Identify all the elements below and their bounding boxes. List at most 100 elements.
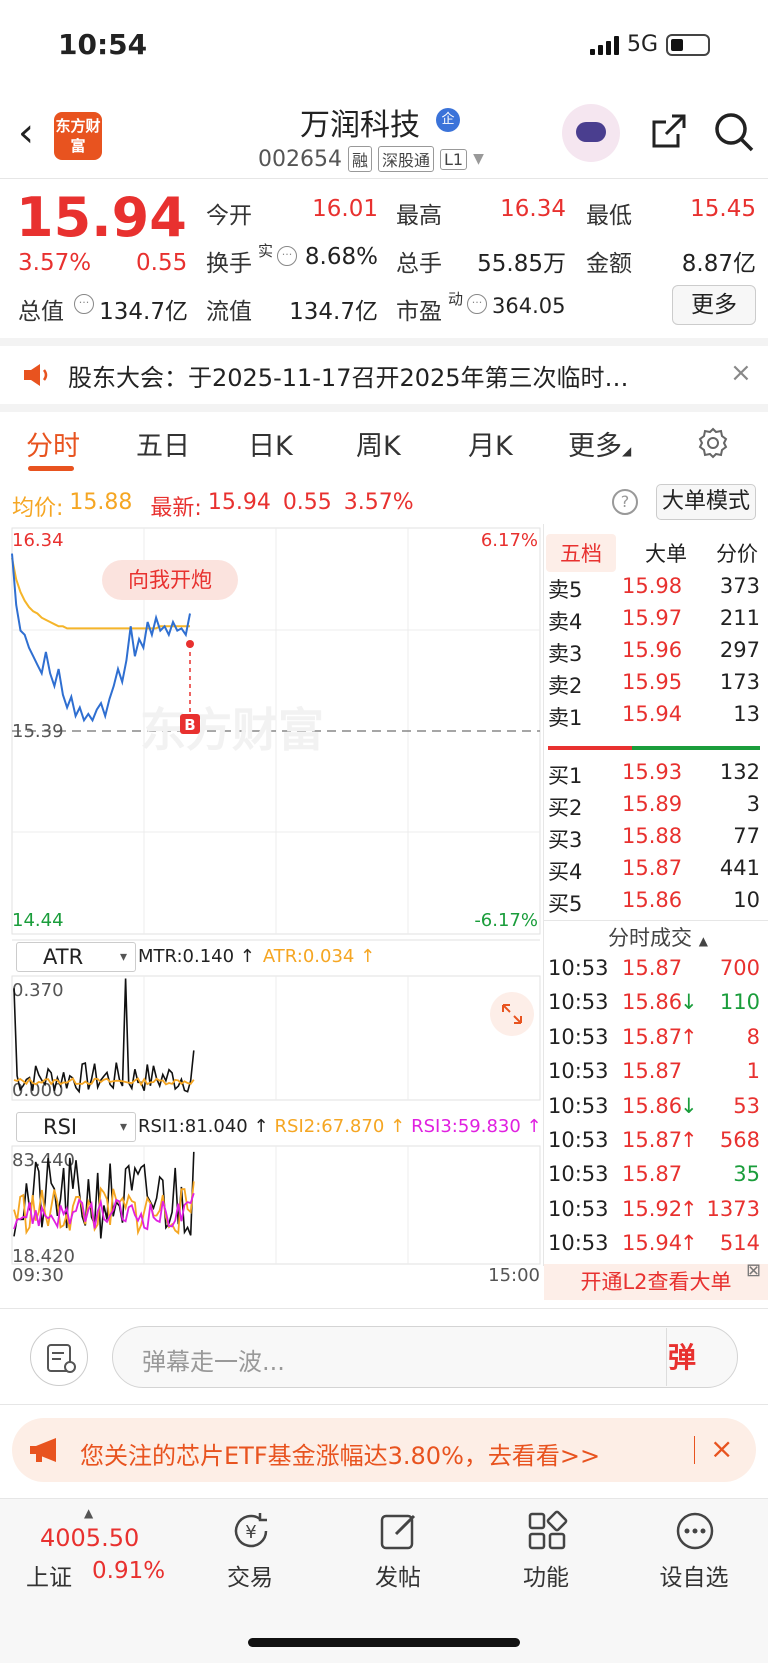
- rsi-select[interactable]: RSI: [16, 1112, 136, 1142]
- promo-close-icon[interactable]: ×: [710, 1432, 733, 1465]
- more-circle-icon[interactable]: [674, 1510, 716, 1552]
- index-value[interactable]: 4005.50: [40, 1524, 139, 1552]
- verified-badge-icon: 企: [436, 108, 460, 132]
- speaker-icon: [24, 364, 48, 386]
- trade-price: 15.94: [622, 1231, 683, 1256]
- tab-monthly-k[interactable]: 月K: [468, 424, 513, 463]
- trade-time: 10:53: [548, 990, 609, 1015]
- avg-label: 均价:: [12, 496, 64, 521]
- help-icon[interactable]: ?: [612, 489, 638, 515]
- atr-value: ATR:0.034 ↑: [262, 946, 376, 967]
- notice-text[interactable]: 股东大会：于2025-11-17召开2025年第三次临时…: [68, 358, 629, 393]
- danmaku-placeholder: 弹幕走一波...: [142, 1348, 285, 1376]
- turnover-value: 8.68%: [304, 244, 378, 270]
- gear-icon[interactable]: [696, 426, 730, 460]
- index-pct[interactable]: 0.91%: [92, 1558, 165, 1584]
- bid-label: 买4: [548, 860, 583, 884]
- change-percent: 3.57%: [18, 250, 92, 276]
- tab-daily-k[interactable]: 日K: [248, 424, 293, 463]
- post-icon[interactable]: [378, 1510, 420, 1552]
- divider: [666, 1328, 667, 1386]
- megaphone-icon: [30, 1438, 56, 1462]
- back-icon[interactable]: ‹: [18, 110, 34, 156]
- stock-code-row[interactable]: 002654 融 深股通 L1 ▼: [258, 146, 484, 172]
- trade-price: 15.87: [622, 1059, 683, 1084]
- atr-select[interactable]: ATR: [16, 942, 136, 972]
- trade-icon[interactable]: ¥: [230, 1510, 272, 1552]
- search-icon[interactable]: [712, 110, 756, 154]
- more-info-icon[interactable]: ···: [467, 294, 487, 314]
- trades-title[interactable]: 分时成交 ▲: [608, 922, 708, 952]
- more-info-icon[interactable]: ···: [277, 246, 297, 266]
- y-axis-max: 16.34: [12, 530, 64, 551]
- amount-value: 8.87亿: [681, 251, 756, 277]
- low-value: 15.45: [690, 196, 756, 222]
- nav-post[interactable]: 发帖: [348, 1558, 448, 1592]
- trade-price: 15.92: [622, 1196, 683, 1221]
- caret-icon: ◢: [622, 444, 632, 458]
- big-order-mode-button[interactable]: 大单模式: [656, 484, 756, 520]
- grid-icon[interactable]: [526, 1510, 568, 1552]
- trade-volume: 35: [733, 1162, 760, 1187]
- notice-close-icon[interactable]: ×: [730, 358, 752, 388]
- tab-more[interactable]: 更多◢: [568, 424, 631, 463]
- tab-intraday[interactable]: 分时: [26, 424, 80, 463]
- app-logo[interactable]: 东方财富: [54, 112, 102, 160]
- bid-volume: 10: [733, 888, 760, 912]
- turnover-label: 换手: [206, 251, 252, 277]
- home-indicator: [248, 1638, 520, 1647]
- more-info-icon[interactable]: ···: [74, 294, 94, 314]
- tab-five-levels[interactable]: 五档: [546, 534, 616, 572]
- tab-weekly-k[interactable]: 周K: [356, 424, 401, 463]
- time-end: 15:00: [488, 1265, 540, 1284]
- nav-trade[interactable]: 交易: [200, 1558, 300, 1592]
- divider: [0, 1404, 768, 1405]
- network-label: 5G: [627, 32, 659, 57]
- section-gap: [0, 338, 768, 346]
- rsi1-value: RSI1:81.040 ↑: [138, 1116, 269, 1137]
- trade-time: 10:53: [548, 956, 609, 980]
- intraday-chart[interactable]: 东方财富 16.34 15.39 14.44 6.17% -6.17% B 向我…: [0, 524, 544, 1284]
- ask-volume: 13: [733, 702, 760, 726]
- trade-arrow: ↓: [680, 1093, 698, 1118]
- battery-icon: [666, 33, 711, 56]
- trade-time: 10:53: [548, 1196, 609, 1221]
- collapse-icon: ▲: [698, 934, 708, 948]
- volume-label: 总手: [396, 251, 442, 277]
- tag-connect: 深股通: [378, 146, 435, 172]
- comment-list-icon[interactable]: [30, 1328, 88, 1386]
- l2-close-icon[interactable]: ⊠: [746, 1260, 761, 1281]
- trade-arrow: ↑: [680, 1128, 698, 1152]
- bid-price: 15.89: [622, 792, 683, 816]
- trade-arrow: ↑: [680, 1024, 698, 1049]
- status-indicators: 5G: [590, 32, 711, 57]
- index-name[interactable]: 上证: [26, 1558, 72, 1592]
- trades-title-label: 分时成交: [608, 926, 692, 950]
- more-button[interactable]: 更多: [672, 285, 756, 325]
- svg-text:¥: ¥: [245, 1522, 256, 1543]
- time-start: 09:30: [12, 1265, 64, 1284]
- assistant-avatar-icon[interactable]: [562, 104, 620, 162]
- pe-label: 市盈: [396, 299, 442, 325]
- nav-customize[interactable]: 设自选: [644, 1558, 744, 1592]
- trade-price: 15.86: [622, 990, 683, 1015]
- nav-functions[interactable]: 功能: [496, 1558, 596, 1592]
- volume-value: 55.85万: [477, 251, 566, 277]
- l2-upgrade-banner[interactable]: 开通L2查看大单: [544, 1264, 768, 1300]
- ask-volume: 297: [719, 638, 760, 662]
- rsi-values: RSI1:81.040 ↑ RSI2:67.870 ↑ RSI3:59.830 …: [138, 1116, 542, 1137]
- trade-time: 10:53: [548, 1162, 609, 1187]
- ask-price: 15.94: [622, 702, 683, 726]
- dropdown-icon[interactable]: ▼: [473, 151, 484, 167]
- danmaku-button[interactable]: 弹: [668, 1336, 696, 1376]
- tab-big-orders[interactable]: 大单: [645, 534, 687, 572]
- divider: [544, 920, 768, 921]
- stock-code: 002654: [258, 146, 342, 172]
- tab-five-day[interactable]: 五日: [136, 424, 190, 463]
- ask-label: 卖1: [548, 706, 583, 730]
- expand-icon[interactable]: [490, 992, 534, 1036]
- ask-label: 卖4: [548, 610, 583, 634]
- tab-price-dist[interactable]: 分价: [716, 534, 758, 572]
- bid-label: 买5: [548, 892, 583, 916]
- share-icon[interactable]: [648, 112, 688, 152]
